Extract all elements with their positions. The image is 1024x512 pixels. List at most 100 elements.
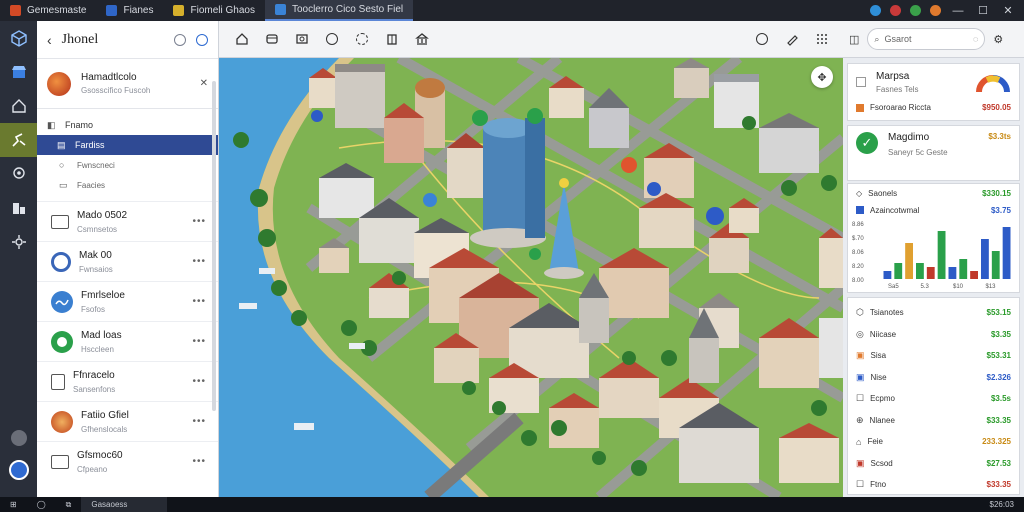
metric-label: Niicase <box>869 329 897 339</box>
home-icon[interactable] <box>227 26 257 52</box>
shield-icon[interactable] <box>890 5 901 16</box>
grid-icon[interactable] <box>807 26 837 52</box>
sync-icon[interactable] <box>347 26 377 52</box>
clear-icon[interactable]: ◌ <box>973 34 978 44</box>
scrollbar[interactable] <box>212 81 216 411</box>
list-item[interactable]: Mad loas Hsccleen ••• <box>37 321 218 361</box>
nav-label: Fnamo <box>65 120 94 130</box>
item-sub: Csmnsetos <box>77 224 118 234</box>
globe-icon[interactable] <box>317 26 347 52</box>
metric-row[interactable]: ⬡ Tsianotes $53.15 <box>848 302 1019 324</box>
more-icon[interactable]: ••• <box>192 416 206 427</box>
metric-row[interactable]: ▣ Sisa $53.31 <box>848 345 1019 367</box>
city-map <box>219 58 843 497</box>
building-icon[interactable] <box>377 26 407 52</box>
list-item[interactable]: Fatiio Gfiel Gfhenslocals ••• <box>37 401 218 441</box>
profile-name: Hamadtlcolo <box>81 72 137 83</box>
y-tick-label: $.70 <box>852 236 864 242</box>
bank-icon[interactable] <box>407 26 437 52</box>
tab-1[interactable]: Fianes <box>96 0 163 21</box>
chart-icon[interactable] <box>0 191 37 225</box>
item-sub: Fwnsaios <box>79 264 113 274</box>
task-view-icon[interactable]: ⧉ <box>56 497 82 512</box>
square-icon <box>856 103 864 112</box>
globe-icon[interactable] <box>870 5 881 16</box>
back-icon[interactable]: ‹ <box>47 32 52 48</box>
metric-value: $33.35 <box>986 415 1011 425</box>
card-sub: Saneyr 5c Geste <box>888 148 948 157</box>
bar <box>883 271 892 279</box>
nav-item-1[interactable]: ▤ Fardiss <box>37 135 218 155</box>
help-icon[interactable] <box>0 421 37 455</box>
taskbar: ⊞ ◯ ⧉ Gasaoess $26:03 <box>0 497 1024 512</box>
metric-label: Ftno <box>870 480 887 490</box>
settings-icon[interactable]: ⚙ <box>993 33 1003 46</box>
locate-button[interactable]: ✥ <box>811 66 833 88</box>
status-card[interactable]: ✓ Magdimo Saneyr 5c Geste $3.3ts <box>847 125 1020 181</box>
bar <box>981 239 989 279</box>
nav-item-2[interactable]: ○ Fwnscneci <box>37 155 218 175</box>
shield-icon[interactable] <box>196 33 208 46</box>
list-item[interactable]: Mak 00 Fwnsaios ••• <box>37 241 218 281</box>
item-title: Gfsmoc60 <box>77 449 123 461</box>
metric-icon: ▣ <box>856 457 865 468</box>
settings-icon[interactable] <box>0 157 37 191</box>
bar <box>916 263 924 279</box>
profile-card[interactable]: Hamadtlcolo Gsosscifico Fuscoh ✕ <box>37 59 218 109</box>
more-icon[interactable]: ••• <box>192 376 206 387</box>
close-icon[interactable]: ✕ <box>200 78 208 89</box>
more-icon[interactable]: ••• <box>192 456 206 467</box>
tab-0[interactable]: Gemesmaste <box>0 0 96 21</box>
summary-card[interactable]: Marpsa Fasnes Tels Fsoroarao Riccta $950.… <box>847 63 1020 121</box>
sidebar-toggle-icon[interactable]: ◫ <box>849 33 859 46</box>
history-icon[interactable] <box>174 33 186 46</box>
list-item[interactable]: Gfsmoc60 Cfpeano ••• <box>37 441 218 481</box>
app-window: Gemesmaste Fianes Fiomeli Ghaos Tooclerr… <box>0 0 1024 512</box>
item-title: Mak 00 <box>79 249 112 261</box>
start-icon[interactable]: ⊞ <box>0 497 27 512</box>
nav-item-3[interactable]: ▭ Faacies <box>37 175 218 195</box>
close-button[interactable]: ✕ <box>1000 4 1016 17</box>
row-label: Fsoroarao Riccta <box>870 103 931 112</box>
network-icon[interactable] <box>0 225 37 259</box>
more-icon[interactable]: ••• <box>192 336 206 347</box>
list-item[interactable]: Fmrlseloe Fsofos ••• <box>37 281 218 321</box>
more-icon[interactable]: ••• <box>192 296 206 307</box>
chart-card[interactable]: ◇ Saonels $330.15 Azaincotwmal $3.75 8.86 $.… <box>847 183 1020 293</box>
tab-2[interactable]: Fiomeli Ghaos <box>163 0 264 21</box>
alert-icon[interactable] <box>930 5 941 16</box>
map-icon <box>274 4 286 15</box>
metric-row[interactable]: ☐ Ecpmo $3.5s <box>848 388 1019 410</box>
home-icon[interactable] <box>0 89 37 123</box>
leaf-icon[interactable] <box>910 5 921 16</box>
taskbar-app[interactable]: Gasaoess <box>81 497 168 512</box>
more-icon[interactable]: ••• <box>192 256 206 267</box>
sidebar-header: ‹ Jhonel <box>37 21 218 59</box>
nav-item-0[interactable]: ◧ Fnamo <box>37 115 218 135</box>
metric-row[interactable]: ▣ Scsod $27.53 <box>848 453 1019 475</box>
maximize-button[interactable]: ☐ <box>975 4 991 17</box>
metric-row[interactable]: ☐ Ftno $33.35 <box>848 474 1019 496</box>
list-item[interactable]: Mado 0502 Csmnsetos ••• <box>37 201 218 241</box>
tab-3[interactable]: Tooclerro Cico Sesto Fiel <box>264 0 414 21</box>
search-icon[interactable]: ◯ <box>27 497 56 512</box>
map-canvas[interactable] <box>219 58 843 497</box>
edit-icon[interactable] <box>777 26 807 52</box>
refresh-icon[interactable] <box>747 26 777 52</box>
route-icon[interactable] <box>0 123 37 157</box>
metric-row[interactable]: ◎ Niicase $3.35 <box>848 324 1019 346</box>
search-input[interactable]: ⌕ Gsarot ◌ <box>867 28 986 50</box>
metric-row[interactable]: ▣ Nise $2.326 <box>848 367 1019 389</box>
list-item[interactable]: Ffnracelo Sansenfons ••• <box>37 361 218 401</box>
metric-row[interactable]: ⊕ Nlanee $33.35 <box>848 410 1019 432</box>
user-icon[interactable] <box>0 453 37 487</box>
layers-icon[interactable] <box>257 26 287 52</box>
image-icon[interactable] <box>287 26 317 52</box>
cube-icon[interactable] <box>0 21 37 55</box>
metric-label: Sisa <box>870 351 887 361</box>
metric-icon: ◎ <box>856 328 864 339</box>
metric-row[interactable]: ⌂ Feie 233.325 <box>848 431 1019 453</box>
minimize-button[interactable]: — <box>950 5 966 17</box>
store-icon[interactable] <box>0 55 37 89</box>
more-icon[interactable]: ••• <box>192 216 206 227</box>
